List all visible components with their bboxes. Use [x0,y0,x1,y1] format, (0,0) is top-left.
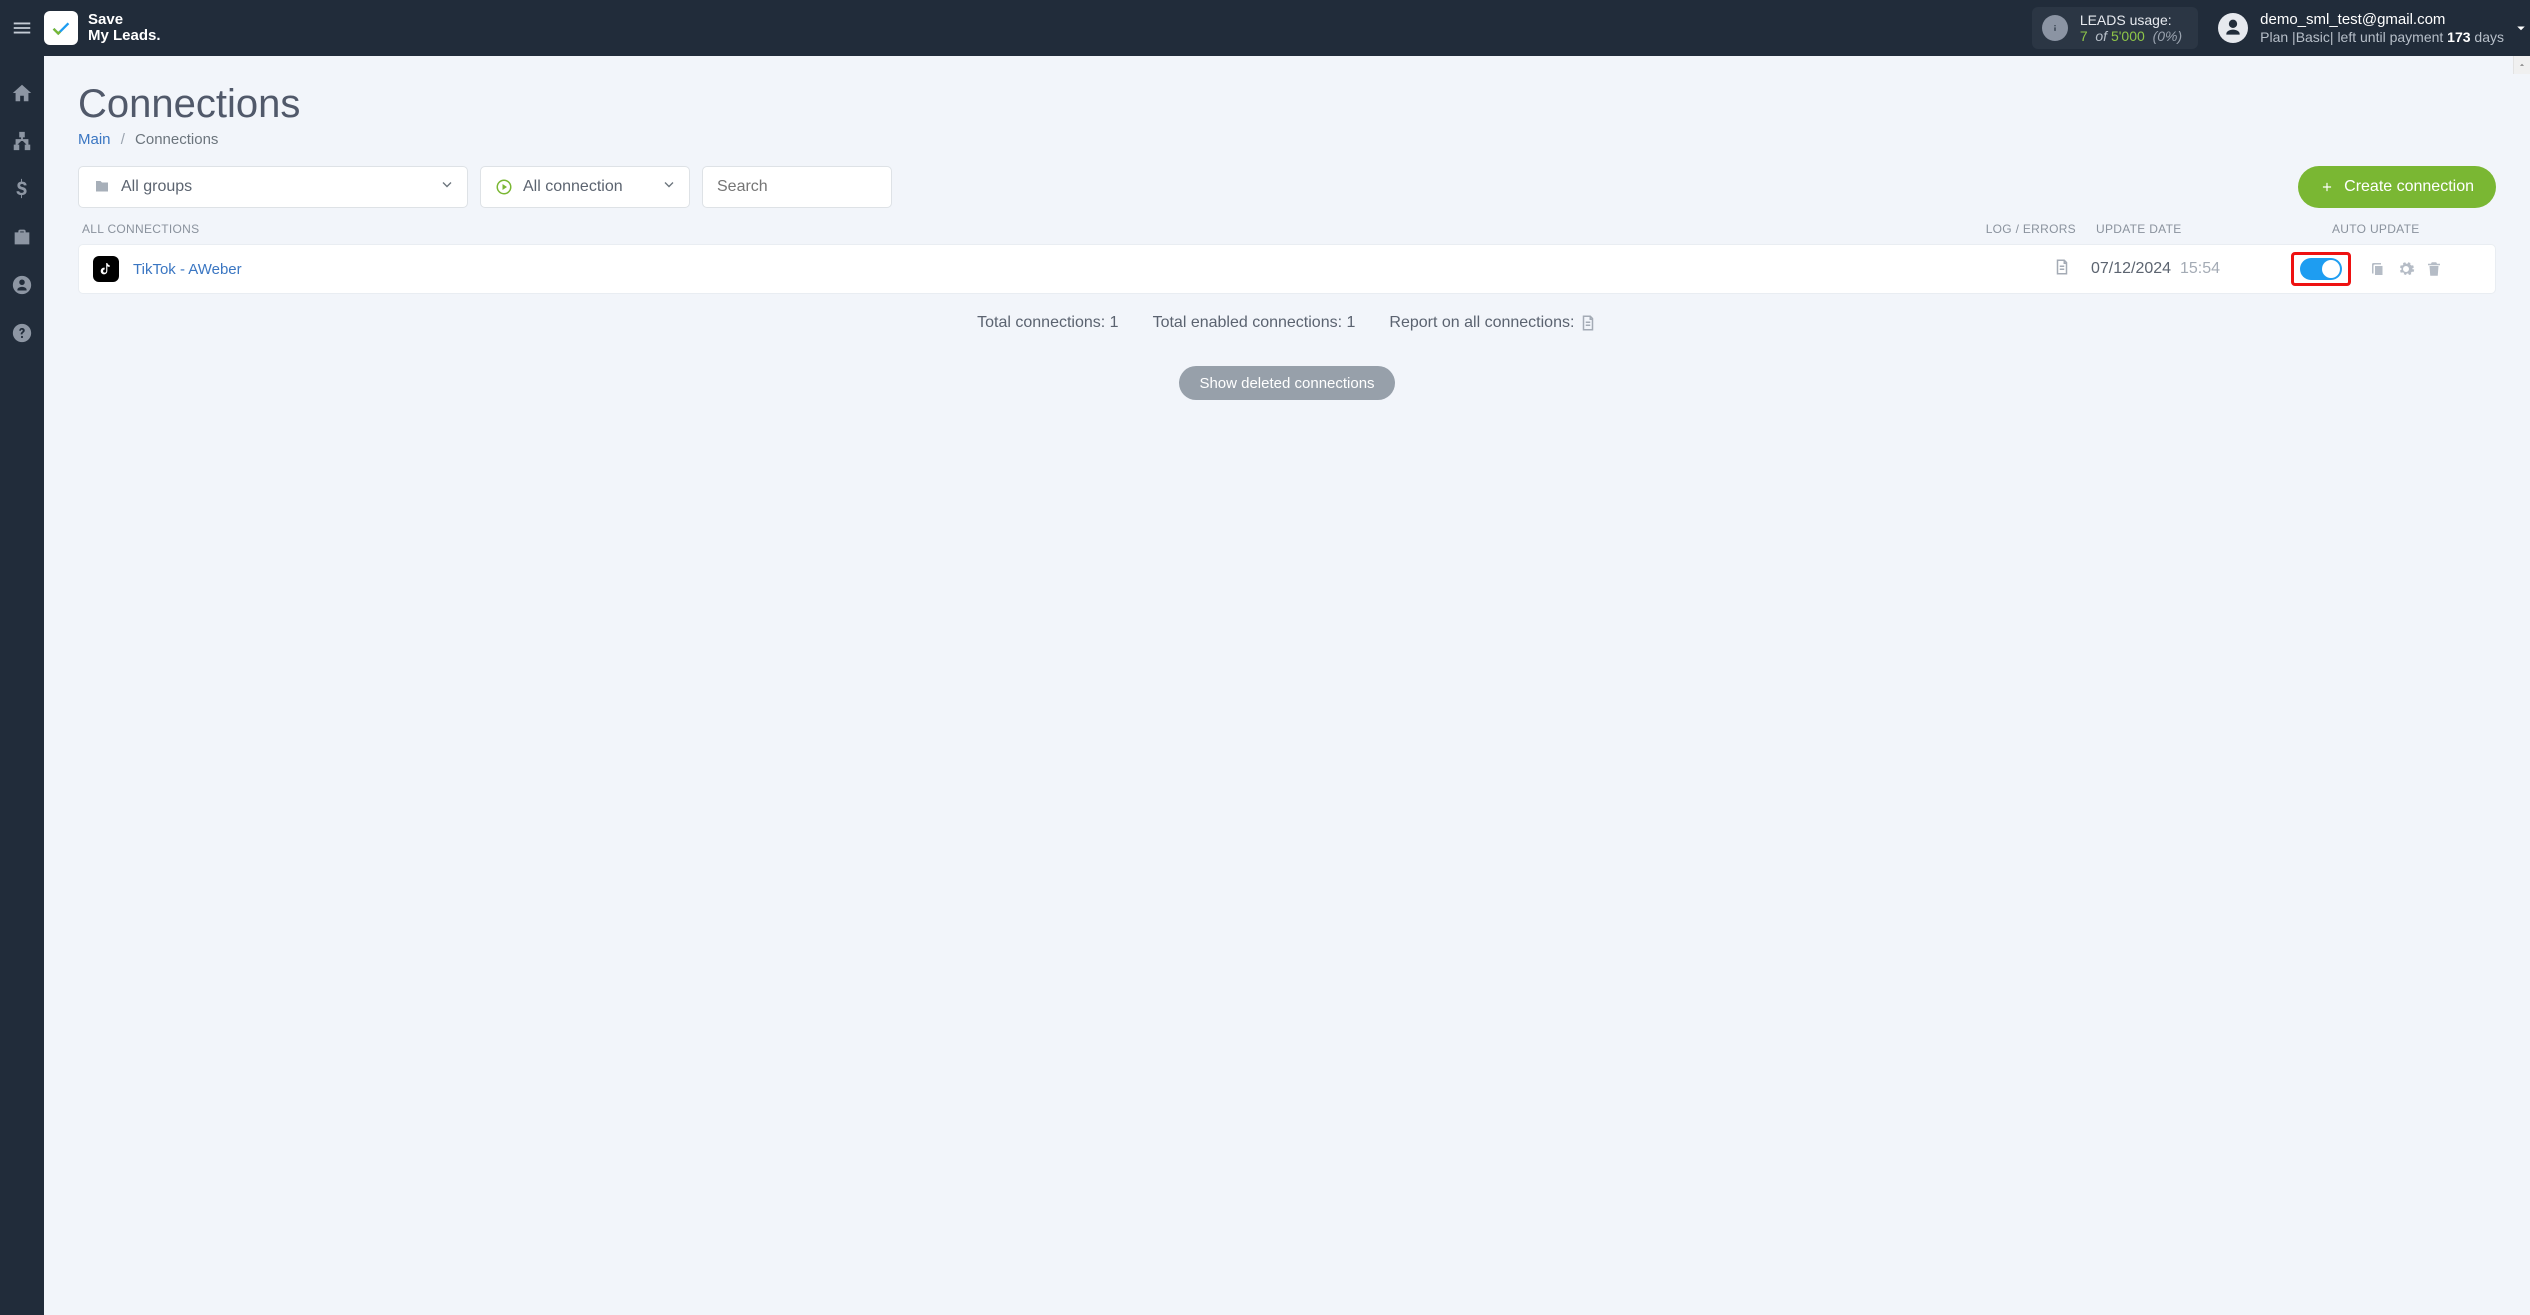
help-icon [11,322,33,344]
row-actions [2369,260,2443,278]
report-all: Report on all connections: [1389,312,1596,334]
play-circle-icon [495,178,513,196]
breadcrumb-current: Connections [135,131,218,148]
enabled-label: Total enabled connections: [1153,314,1347,331]
create-connection-button[interactable]: Create connection [2298,166,2496,208]
update-date: 07/12/2024 15:54 [2091,260,2291,278]
gear-icon [2397,260,2415,278]
table-row: TikTok - AWeber 07/12/2024 15:54 [78,244,2496,294]
leads-usage-label: LEADS usage: [2080,12,2182,28]
sitemap-icon [11,130,33,152]
groups-select-label: All groups [121,178,192,196]
sidebar-item-account[interactable] [11,274,33,296]
logo-mark [44,11,78,45]
account-email: demo_sml_test@gmail.com [2260,11,2504,29]
sidebar-item-home[interactable] [11,82,33,104]
breadcrumb-sep: / [115,131,131,148]
total-connections: Total connections: 1 [977,314,1118,332]
update-time-value: 15:54 [2180,260,2220,277]
total-value: 1 [1110,314,1119,331]
settings-button[interactable] [2397,260,2415,278]
delete-button[interactable] [2425,260,2443,278]
topbar: Save My Leads. LEADS usage: 7 of 5'000 (… [0,0,2530,56]
leads-usage-pct: (0%) [2153,28,2183,44]
enabled-value: 1 [1347,314,1356,331]
groups-select[interactable]: All groups [78,166,468,208]
col-auto: AUTO UPDATE [2296,222,2486,236]
sidebar-item-tools[interactable] [11,226,33,248]
brand-logo[interactable]: Save My Leads. [44,11,161,45]
account-text: demo_sml_test@gmail.com Plan |Basic| lef… [2260,11,2504,46]
search-box [702,166,892,208]
folder-icon [93,178,111,196]
document-icon [1579,312,1597,334]
chevron-down-icon [661,177,677,198]
avatar [2218,13,2248,43]
sidebar-item-billing[interactable] [11,178,33,200]
total-label: Total connections: [977,314,1110,331]
leads-usage-of: of [2095,28,2107,44]
status-select[interactable]: All connection [480,166,690,208]
hamburger-icon [11,17,33,39]
copy-button[interactable] [2369,260,2387,278]
dollar-icon [11,178,33,200]
col-name: ALL CONNECTIONS [82,222,1966,236]
leads-usage-widget[interactable]: LEADS usage: 7 of 5'000 (0%) [2032,7,2198,49]
plan-days: 173 [2447,29,2470,45]
create-connection-label: Create connection [2344,178,2474,196]
show-deleted-button[interactable]: Show deleted connections [1179,366,1394,400]
sidebar-item-help[interactable] [11,322,33,344]
toggle-knob [2322,260,2340,278]
auto-update-toggle[interactable] [2300,258,2342,280]
chevron-down-icon [439,177,455,198]
document-icon [2053,256,2071,278]
leads-usage-total: 5'000 [2111,28,2145,44]
trash-icon [2425,260,2443,278]
topbar-chevron [2510,0,2530,56]
report-button[interactable] [1579,312,1597,334]
home-icon [11,82,33,104]
col-log: LOG / ERRORS [1966,222,2096,236]
brand-text: Save My Leads. [88,12,161,44]
connection-name-link[interactable]: TikTok - AWeber [133,261,242,278]
plan-name: Basic [2296,29,2330,45]
summary-row: Total connections: 1 Total enabled conne… [78,312,2496,334]
breadcrumb: Main / Connections [78,131,2496,148]
plan-days-word: days [2471,29,2504,45]
plus-icon [2320,180,2334,194]
user-icon [2223,18,2243,38]
account-menu[interactable]: demo_sml_test@gmail.com Plan |Basic| lef… [2218,11,2504,46]
update-date-value: 07/12/2024 [2091,260,2171,277]
brand-line2: My Leads. [88,28,161,44]
log-button[interactable] [2053,256,2071,283]
page-title: Connections [78,82,2496,127]
plan-prefix: Plan | [2260,29,2296,45]
breadcrumb-home[interactable]: Main [78,131,111,148]
filters-row: All groups All connection Create connect… [78,166,2496,208]
plan-mid: | left until payment [2330,29,2447,45]
briefcase-icon [11,226,33,248]
col-date: UPDATE DATE [2096,222,2296,236]
chevron-up-icon [2517,60,2527,70]
sidebar [0,56,44,1315]
leads-usage-used: 7 [2080,28,2088,44]
enabled-connections: Total enabled connections: 1 [1153,314,1356,332]
check-icon [50,17,72,39]
tiktok-icon [93,256,119,282]
leads-usage-text: LEADS usage: 7 of 5'000 (0%) [2080,12,2182,44]
report-label: Report on all connections: [1389,314,1578,331]
table-header: ALL CONNECTIONS LOG / ERRORS UPDATE DATE… [78,222,2496,244]
auto-update-highlight [2291,252,2351,286]
sidebar-item-connections[interactable] [11,130,33,152]
status-select-label: All connection [523,178,623,196]
main-content: Connections Main / Connections All group… [44,56,2530,1315]
info-icon [2042,15,2068,41]
menu-toggle[interactable] [0,0,44,56]
brand-line1: Save [88,12,161,28]
scrollbar-up[interactable] [2513,56,2530,74]
search-input[interactable] [703,167,891,207]
user-circle-icon [11,274,33,296]
copy-icon [2369,260,2387,278]
